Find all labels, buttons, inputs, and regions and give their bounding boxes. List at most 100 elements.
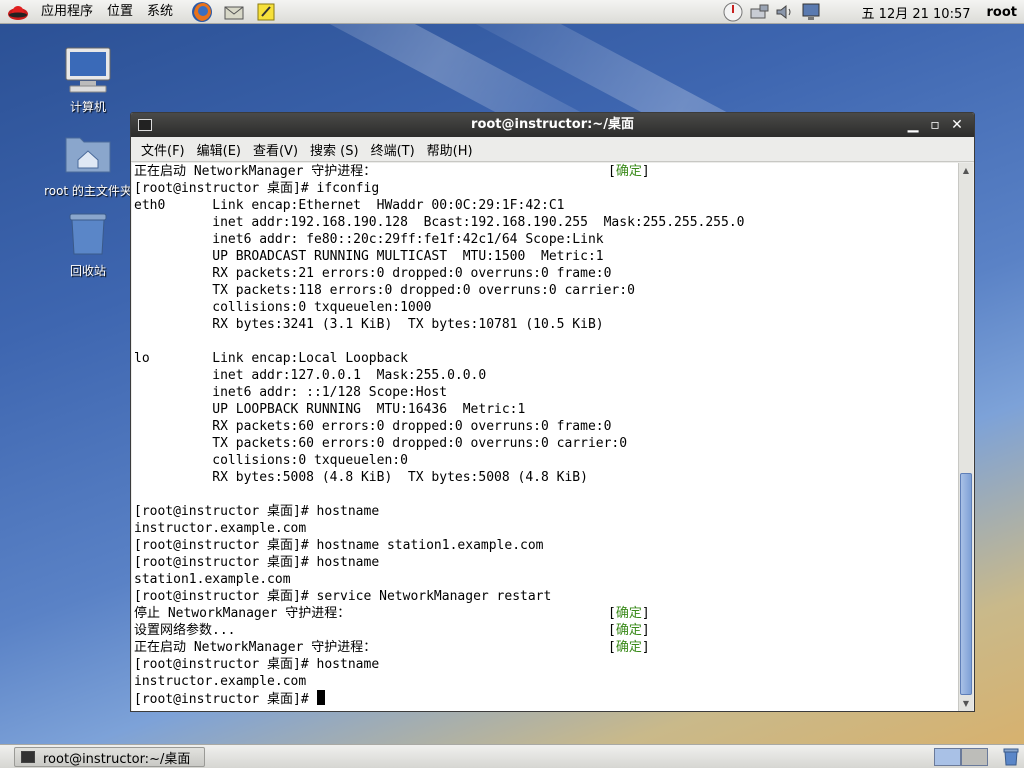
terminal-line: instructor.example.com	[134, 673, 959, 690]
terminal-line-text: [root@instructor 桌面]# ifconfig	[134, 181, 380, 196]
terminal-line-text: instructor.example.com	[134, 674, 307, 689]
terminal-line-text: 停止 NetworkManager 守护进程：	[134, 606, 351, 621]
terminal-line: UP LOOPBACK RUNNING MTU:16436 Metric:1	[134, 401, 959, 418]
menu-places[interactable]: 位置	[100, 0, 140, 24]
terminal-line: TX packets:60 errors:0 dropped:0 overrun…	[134, 435, 959, 452]
terminal-line: [root@instructor 桌面]#	[134, 690, 959, 707]
menu-help[interactable]: 帮助(H)	[421, 140, 479, 159]
desktop-icon-label: 计算机	[69, 100, 106, 114]
menu-edit[interactable]: 编辑(E)	[191, 140, 247, 159]
window-buttons: ▁ ▫ ✕	[902, 115, 968, 135]
computer-icon	[62, 46, 114, 94]
update-icon[interactable]	[720, 1, 746, 23]
bottom-panel: root@instructor:~/桌面	[0, 744, 1024, 768]
terminal-line: RX bytes:3241 (3.1 KiB) TX bytes:10781 (…	[134, 316, 959, 333]
user-name[interactable]: root	[987, 5, 1018, 20]
terminal-line-text: UP BROADCAST RUNNING MULTICAST MTU:1500 …	[134, 249, 604, 264]
menu-view[interactable]: 查看(V)	[247, 140, 304, 159]
terminal-line-text: RX bytes:5008 (4.8 KiB) TX bytes:5008 (4…	[134, 470, 588, 485]
terminal-line: collisions:0 txqueuelen:0	[134, 452, 959, 469]
trash-icon	[62, 210, 114, 258]
terminal-output[interactable]: 正在启动 NetworkManager 守护进程： [确定] [root@instr…	[132, 163, 959, 711]
terminal-line: collisions:0 txqueuelen:1000	[134, 299, 959, 316]
terminal-line-text: eth0 Link encap:Ethernet HWaddr 00:0C:29…	[134, 198, 565, 213]
terminal-line: RX packets:21 errors:0 dropped:0 overrun…	[134, 265, 959, 282]
display-icon[interactable]	[798, 1, 824, 23]
trash-icon[interactable]	[1001, 748, 1021, 766]
terminal-line: instructor.example.com	[134, 520, 959, 537]
notes-icon[interactable]	[254, 1, 278, 23]
terminal-line-text: [root@instructor 桌面]#	[134, 692, 317, 707]
terminal-line: 停止 NetworkManager 守护进程： [确定]	[134, 605, 959, 622]
terminal-line: 正在启动 NetworkManager 守护进程： [确定]	[134, 639, 959, 656]
taskbar-label: root@instructor:~/桌面	[43, 751, 191, 767]
menu-search[interactable]: 搜索 (S)	[304, 140, 365, 159]
terminal-line-text: TX packets:118 errors:0 dropped:0 overru…	[134, 283, 635, 298]
menu-terminal[interactable]: 终端(T)	[365, 140, 421, 159]
terminal-line-text: inet6 addr: ::1/128 Scope:Host	[134, 385, 448, 400]
terminal-icon	[21, 751, 35, 763]
status-ok: [确定]	[608, 606, 650, 621]
terminal-line: [root@instructor 桌面]# service NetworkMan…	[134, 588, 959, 605]
terminal-line: inet6 addr: fe80::20c:29ff:fe1f:42c1/64 …	[134, 231, 959, 248]
status-ok-text: 确定	[615, 640, 642, 655]
mail-icon[interactable]	[222, 1, 246, 23]
terminal-line: 设置网络参数... [确定]	[134, 622, 959, 639]
terminal-line-text: 设置网络参数...	[134, 623, 236, 638]
status-ok-text: 确定	[615, 164, 642, 179]
terminal-line: [root@instructor 桌面]# hostname	[134, 656, 959, 673]
terminal-line: UP BROADCAST RUNNING MULTICAST MTU:1500 …	[134, 248, 959, 265]
window-title: root@instructor:~/桌面	[471, 117, 634, 132]
terminal-line: inet addr:192.168.190.128 Bcast:192.168.…	[134, 214, 959, 231]
scroll-down-icon[interactable]: ▼	[959, 696, 973, 711]
terminal-line: station1.example.com	[134, 571, 959, 588]
terminal-line: RX bytes:5008 (4.8 KiB) TX bytes:5008 (4…	[134, 469, 959, 486]
volume-icon[interactable]	[772, 1, 798, 23]
terminal-scrollbar[interactable]: ▲ ▼	[958, 163, 973, 711]
terminal-line-text: RX bytes:3241 (3.1 KiB) TX bytes:10781 (…	[134, 317, 604, 332]
menu-applications[interactable]: 应用程序	[34, 0, 100, 24]
redhat-logo-icon[interactable]	[6, 1, 30, 23]
network-icon[interactable]	[746, 1, 772, 23]
terminal-line: lo Link encap:Local Loopback	[134, 350, 959, 367]
terminal-line: [root@instructor 桌面]# ifconfig	[134, 180, 959, 197]
terminal-line-text: [root@instructor 桌面]# hostname	[134, 504, 380, 519]
desktop-icon-home[interactable]: root 的主文件夹	[38, 130, 138, 199]
workspace-switcher	[934, 748, 988, 766]
system-tray: 五 12月 21 10:57 root	[720, 0, 1024, 24]
status-ok: [确定]	[608, 623, 650, 638]
terminal-line-text: instructor.example.com	[134, 521, 307, 536]
scrollbar-thumb[interactable]	[960, 473, 972, 695]
terminal-line-text: 正在启动 NetworkManager 守护进程：	[134, 640, 377, 655]
home-folder-icon	[62, 130, 114, 178]
workspace-1[interactable]	[934, 748, 961, 766]
terminal-line-text: inet addr:192.168.190.128 Bcast:192.168.…	[134, 215, 745, 230]
terminal-line: eth0 Link encap:Ethernet HWaddr 00:0C:29…	[134, 197, 959, 214]
terminal-line-text: collisions:0 txqueuelen:1000	[134, 300, 432, 315]
minimize-icon[interactable]: ▁	[902, 115, 924, 135]
taskbar-button-terminal[interactable]: root@instructor:~/桌面	[14, 747, 205, 767]
workspace-2[interactable]	[961, 748, 988, 766]
window-titlebar[interactable]: root@instructor:~/桌面 ▁ ▫ ✕	[131, 113, 974, 137]
terminal-line-text: RX packets:60 errors:0 dropped:0 overrun…	[134, 419, 612, 434]
clock[interactable]: 五 12月 21 10:57	[862, 3, 971, 22]
desktop-icon-trash[interactable]: 回收站	[38, 210, 138, 279]
maximize-icon[interactable]: ▫	[924, 115, 946, 135]
close-icon[interactable]: ✕	[946, 115, 968, 135]
menu-system[interactable]: 系统	[140, 0, 180, 24]
terminal-line: 正在启动 NetworkManager 守护进程： [确定]	[134, 163, 959, 180]
firefox-icon[interactable]	[190, 1, 214, 23]
terminal-line-text: [root@instructor 桌面]# hostname	[134, 657, 380, 672]
terminal-line: inet6 addr: ::1/128 Scope:Host	[134, 384, 959, 401]
terminal-line-text: lo Link encap:Local Loopback	[134, 351, 408, 366]
status-ok-text: 确定	[615, 606, 642, 621]
terminal-line-text: [root@instructor 桌面]# service NetworkMan…	[134, 589, 552, 604]
desktop-icon-label: root 的主文件夹	[44, 184, 132, 198]
menu-file[interactable]: 文件(F)	[135, 140, 191, 159]
desktop-icon-computer[interactable]: 计算机	[38, 46, 138, 115]
status-ok-text: 确定	[615, 623, 642, 638]
scroll-up-icon[interactable]: ▲	[959, 163, 973, 178]
terminal-line-text: inet6 addr: fe80::20c:29ff:fe1f:42c1/64 …	[134, 232, 604, 247]
